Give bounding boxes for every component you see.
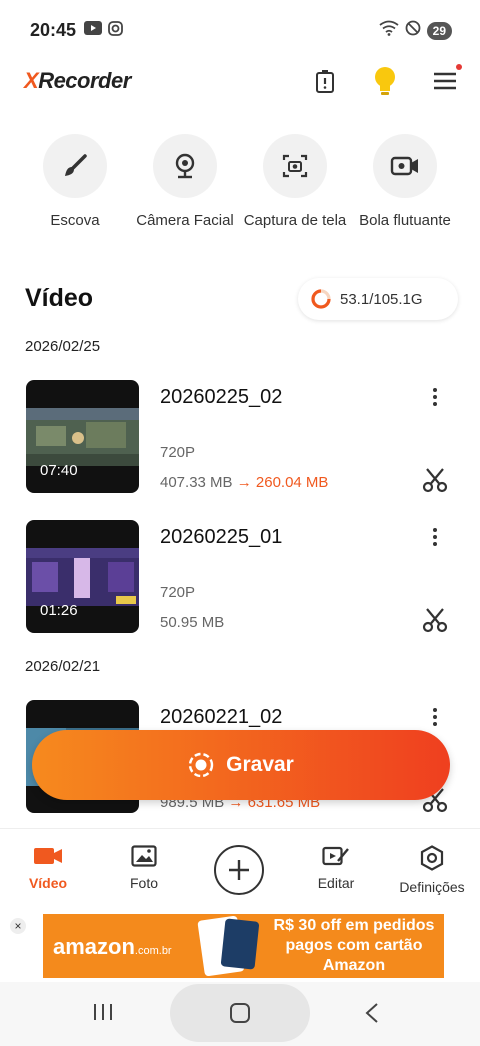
nav-photo[interactable]: Foto <box>96 845 192 891</box>
nav-settings[interactable]: Definições <box>384 845 480 895</box>
menu-icon[interactable] <box>430 64 462 96</box>
video-camera-icon <box>33 845 63 867</box>
date-label: 2026/02/21 <box>25 658 101 675</box>
back-icon[interactable] <box>364 1002 380 1029</box>
storage-text: 53.1/105.1G <box>340 290 423 308</box>
more-options-icon[interactable] <box>424 386 446 408</box>
ad-brand: amazon.com.br <box>53 934 172 959</box>
home-icon <box>229 1002 251 1024</box>
instagram-icon <box>108 21 123 41</box>
storage-ring-icon <box>310 288 332 310</box>
video-thumbnail[interactable]: 01:26 <box>26 520 139 633</box>
scissors-icon[interactable] <box>421 466 449 494</box>
more-options-icon[interactable] <box>424 526 446 548</box>
youtube-icon <box>84 21 102 41</box>
thumbnail-image <box>26 548 139 606</box>
storage-indicator[interactable]: 53.1/105.1G <box>298 278 458 320</box>
video-resolution: 720P <box>160 444 196 461</box>
webcam-icon <box>153 134 217 198</box>
tool-floating-ball[interactable]: Bola flutuante <box>345 134 465 229</box>
nav-video[interactable]: Vídeo <box>0 845 96 891</box>
video-title: 20260225_01 <box>160 526 283 548</box>
ad-text: R$ 30 off em pedidos pagos com cartão Am… <box>273 917 435 974</box>
notice-icon[interactable] <box>310 66 340 96</box>
plus-icon[interactable] <box>214 845 264 895</box>
tool-facecam[interactable]: Câmera Facial <box>125 134 245 229</box>
tool-brush[interactable]: Escova <box>15 134 135 229</box>
thumbnail-image <box>26 408 139 466</box>
tool-label: Escova <box>50 212 100 229</box>
edit-video-icon <box>322 845 350 867</box>
video-title: 20260225_02 <box>160 386 283 408</box>
record-button[interactable]: Gravar <box>32 730 450 800</box>
tool-label: Captura de tela <box>243 212 347 229</box>
status-time: 20:45 <box>30 20 77 40</box>
video-item[interactable]: 01:26 20260225_01 720P 50.95 MB <box>0 520 480 640</box>
page-title: Vídeo <box>25 284 94 312</box>
nav-label: Vídeo <box>28 875 68 891</box>
floating-camera-icon <box>373 134 437 198</box>
ad-card-image <box>220 918 260 970</box>
video-size: 407.33 MB → 260.04 MB <box>160 474 329 491</box>
date-label: 2026/02/25 <box>25 338 101 355</box>
lightbulb-icon[interactable] <box>370 66 400 96</box>
more-options-icon[interactable] <box>424 706 446 728</box>
scissors-icon[interactable] <box>421 606 449 634</box>
settings-hexagon-icon <box>420 845 444 871</box>
record-icon <box>188 752 214 778</box>
bottom-navigation: Vídeo Foto Editar Definições <box>0 828 480 915</box>
video-title: 20260221_02 <box>160 706 283 728</box>
home-button[interactable] <box>170 984 310 1042</box>
do-not-disturb-icon <box>405 20 421 41</box>
video-thumbnail[interactable]: 07:40 <box>26 380 139 493</box>
ad-banner[interactable]: amazon.com.br R$ 30 off em pedidos pagos… <box>43 914 444 978</box>
recents-icon[interactable] <box>92 1002 114 1027</box>
nav-edit[interactable]: Editar <box>288 845 384 891</box>
record-button-label: Gravar <box>226 753 294 776</box>
video-duration: 07:40 <box>40 462 78 479</box>
tool-label: Câmera Facial <box>136 212 234 229</box>
app-bar: XRecorder <box>0 58 480 106</box>
ad-area: × amazon.com.br R$ 30 off em pedidos pag… <box>0 914 480 982</box>
video-item[interactable]: 07:40 20260225_02 720P 407.33 MB → 260.0… <box>0 380 480 500</box>
nav-label: Editar <box>317 875 355 891</box>
nav-label: Definições <box>399 879 465 895</box>
tool-label: Bola flutuante <box>359 212 451 229</box>
video-duration: 01:26 <box>40 602 78 619</box>
app-logo: XRecorder <box>24 68 131 93</box>
nav-label: Foto <box>129 875 158 891</box>
video-resolution: 720P <box>160 584 196 601</box>
wifi-icon <box>379 20 399 41</box>
brush-icon <box>43 134 107 198</box>
screenshot-icon <box>263 134 327 198</box>
ad-close-button[interactable]: × <box>10 918 26 934</box>
battery-indicator: 29 <box>426 21 452 40</box>
video-size: 50.95 MB <box>160 614 225 631</box>
system-navigation <box>0 982 480 1046</box>
tools-row: Escova Câmera Facial Captura de tela Bol… <box>0 134 480 244</box>
photo-icon <box>131 845 157 867</box>
notification-dot <box>456 64 462 70</box>
status-bar: 20:45 29 <box>0 0 480 60</box>
tool-screenshot[interactable]: Captura de tela <box>235 134 355 229</box>
